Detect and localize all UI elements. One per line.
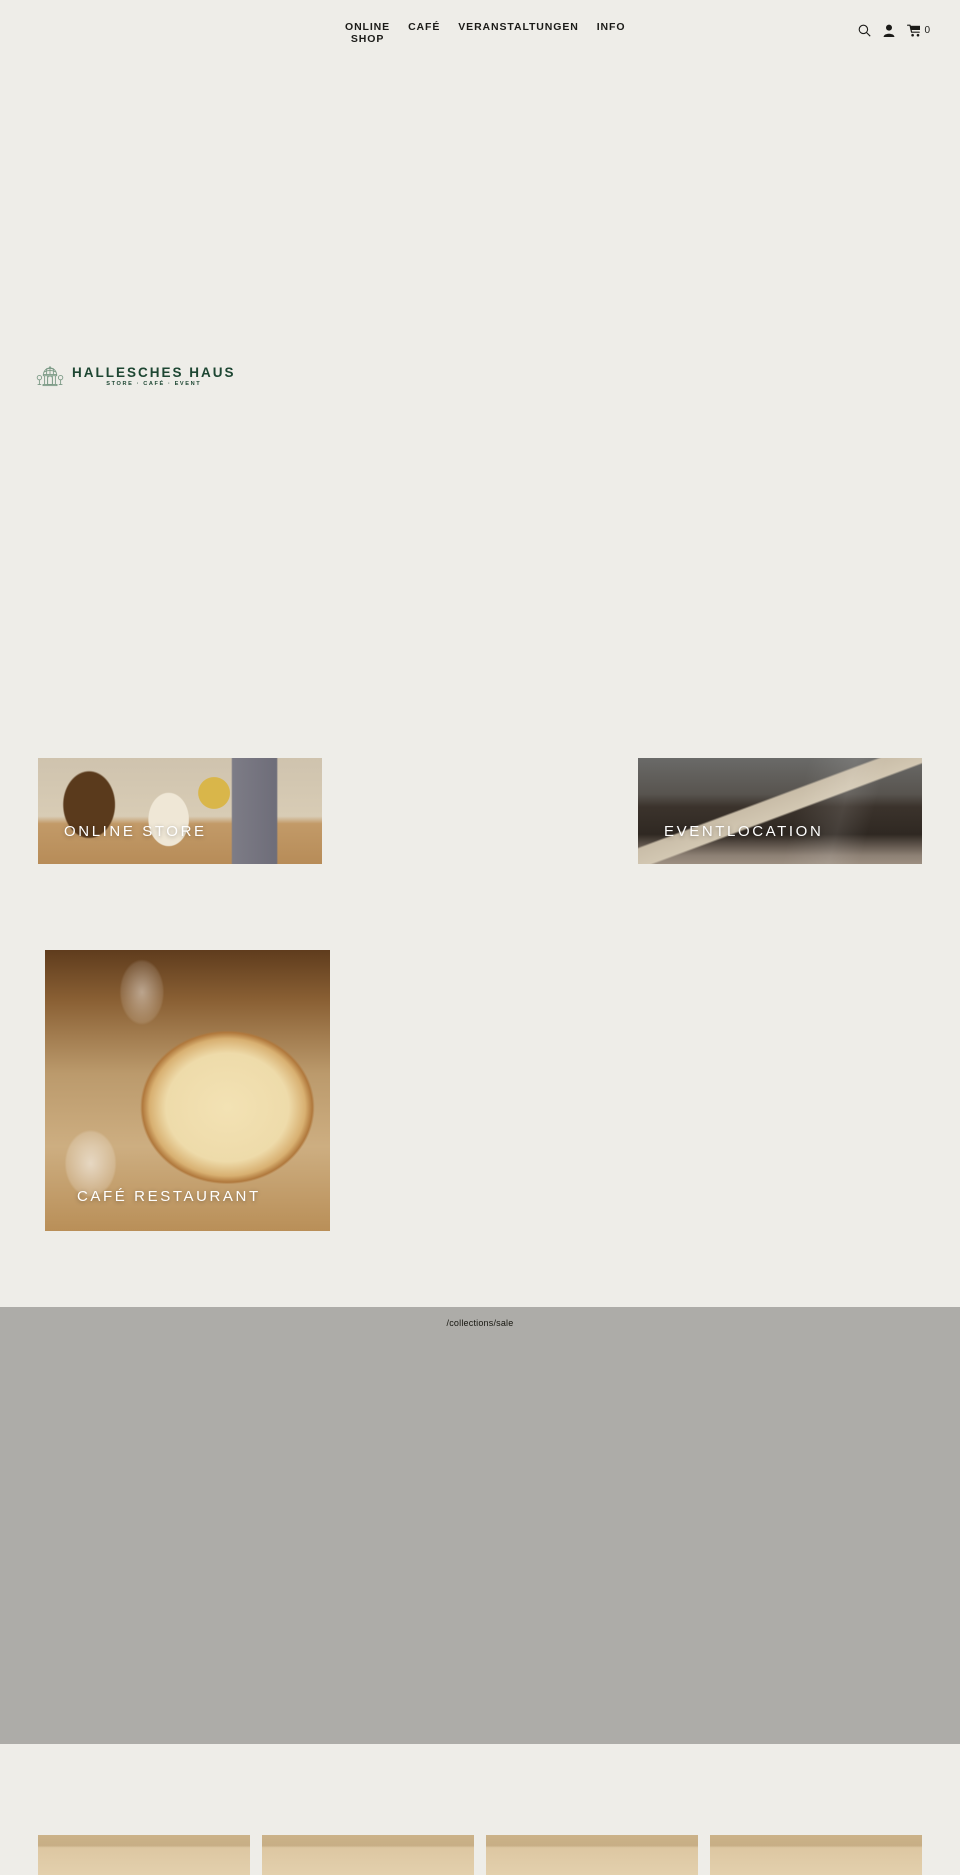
product-image-1 <box>38 1835 250 1875</box>
promo-cafe-restaurant-label: CAFÉ RESTAURANT <box>77 1188 261 1205</box>
product-card-3[interactable] <box>486 1835 698 1875</box>
promo-online-store-label: ONLINE STORE <box>64 823 207 840</box>
site-header: ONLINE SHOP CAFÉ VERANSTALTUNGEN INFO 0 <box>0 0 960 56</box>
header-icon-group: 0 <box>858 24 930 37</box>
sale-collection-section: /collections/sale <box>0 1307 960 1744</box>
promo-eventlocation[interactable]: EVENTLOCATION <box>638 758 922 864</box>
product-image-4 <box>710 1835 922 1875</box>
nav-cafe[interactable]: CAFÉ <box>408 22 440 35</box>
account-icon[interactable] <box>883 24 895 37</box>
logo-tagline: STORE · CAFÉ · EVENT <box>106 381 202 387</box>
collection-url-label: /collections/sale <box>446 1318 514 1328</box>
product-card-4[interactable] <box>710 1835 922 1875</box>
cart-icon <box>907 24 921 37</box>
logo-name: HALLESCHES HAUS <box>72 365 236 380</box>
site-logo[interactable]: HALLESCHES HAUS STORE · CAFÉ · EVENT <box>36 362 236 392</box>
promo-online-store[interactable]: ONLINE STORE <box>38 758 322 864</box>
product-card-2[interactable] <box>262 1835 474 1875</box>
promo-online-store-image <box>38 758 322 864</box>
nav-veranstaltungen[interactable]: VERANSTALTUNGEN <box>458 22 578 35</box>
promo-eventlocation-image <box>638 758 922 864</box>
primary-navigation: ONLINE SHOP CAFÉ VERANSTALTUNGEN INFO <box>345 21 626 47</box>
product-image-2 <box>262 1835 474 1875</box>
promo-cafe-restaurant[interactable]: CAFÉ RESTAURANT <box>45 950 330 1231</box>
product-image-3 <box>486 1835 698 1875</box>
cart-count: 0 <box>924 24 930 36</box>
pavilion-icon <box>36 366 64 387</box>
nav-info[interactable]: INFO <box>597 22 626 35</box>
cart-button[interactable]: 0 <box>907 24 930 37</box>
search-icon[interactable] <box>858 24 872 37</box>
page-root: ONLINE SHOP CAFÉ VERANSTALTUNGEN INFO 0 … <box>0 0 960 1875</box>
promo-eventlocation-label: EVENTLOCATION <box>664 823 824 840</box>
nav-online-shop[interactable]: ONLINE SHOP <box>345 21 390 47</box>
product-card-1[interactable] <box>38 1835 250 1875</box>
product-grid <box>38 1835 922 1875</box>
